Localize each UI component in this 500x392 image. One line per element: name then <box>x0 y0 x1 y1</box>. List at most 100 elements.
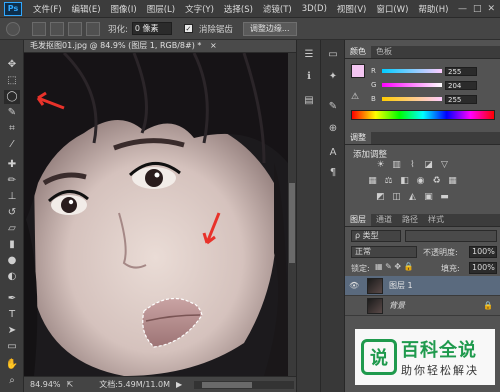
green-slider[interactable] <box>382 83 442 87</box>
close-button[interactable]: ✕ <box>487 4 495 14</box>
lasso-preset-icon[interactable] <box>6 21 20 36</box>
hand-tool-icon[interactable]: ✋ <box>4 358 20 372</box>
foreground-swatch[interactable] <box>351 64 365 78</box>
tab-color[interactable]: 颜色 <box>345 46 371 58</box>
menu-layer[interactable]: 图层(L) <box>142 3 180 15</box>
zoom-level[interactable]: 84.94% <box>30 380 61 389</box>
vertical-scrollbar[interactable] <box>288 53 296 376</box>
quick-select-tool-icon[interactable]: ✎ <box>4 106 20 120</box>
tool-presets-icon[interactable]: ✦ <box>326 70 340 84</box>
blue-value-input[interactable]: 255 <box>445 94 477 104</box>
layer-row[interactable]: 👁 图层 1 <box>345 276 500 296</box>
shape-tool-icon[interactable]: ▭ <box>4 340 20 354</box>
tab-channels[interactable]: 通道 <box>371 214 397 226</box>
layer-name[interactable]: 背景 <box>389 300 405 311</box>
menu-type[interactable]: 文字(Y) <box>180 3 219 15</box>
document-close-icon[interactable]: × <box>210 41 217 50</box>
actions-panel-icon[interactable]: ▭ <box>326 48 340 62</box>
black-white-icon[interactable]: ◧ <box>399 176 410 187</box>
hue-saturation-icon[interactable]: ▦ <box>367 176 378 187</box>
crop-tool-icon[interactable]: ⌗ <box>4 122 20 136</box>
eyedropper-tool-icon[interactable]: ⁄ <box>4 138 20 152</box>
gradient-map-icon[interactable]: ▬ <box>439 192 450 203</box>
document-info[interactable]: 文档:5.49M/11.0M <box>99 379 170 390</box>
visibility-eye-icon[interactable]: 👁 <box>349 281 359 290</box>
minimize-button[interactable]: — <box>458 4 467 14</box>
fill-input[interactable]: 100% <box>469 262 497 274</box>
red-slider[interactable] <box>382 69 442 73</box>
eraser-tool-icon[interactable]: ▱ <box>4 222 20 236</box>
clone-stamp-tool-icon[interactable]: ⊥ <box>4 190 20 204</box>
horizontal-scrollbar[interactable] <box>194 380 295 389</box>
canvas-area[interactable] <box>24 53 288 376</box>
info-panel-icon[interactable]: ℹ <box>302 70 316 84</box>
lasso-tool-icon[interactable]: ◯ <box>4 90 20 104</box>
posterize-icon[interactable]: ◫ <box>391 192 402 203</box>
layer-filter-select[interactable]: ρ 类型 <box>351 230 401 242</box>
menu-edit[interactable]: 编辑(E) <box>67 3 106 15</box>
menu-view[interactable]: 视图(V) <box>332 3 371 15</box>
brightness-contrast-icon[interactable]: ☀ <box>375 160 386 171</box>
antialias-checkbox[interactable]: ✓ <box>183 24 193 33</box>
pen-tool-icon[interactable]: ✒ <box>4 292 20 306</box>
menu-image[interactable]: 图像(I) <box>106 3 142 15</box>
feather-input[interactable]: 0 像素 <box>131 22 172 35</box>
paragraph-panel-icon[interactable]: ¶ <box>326 166 340 180</box>
healing-brush-tool-icon[interactable]: ✚ <box>4 158 20 172</box>
history-panel-icon[interactable]: ☰ <box>302 48 316 62</box>
layer-filter-icons[interactable] <box>405 230 497 242</box>
document-tab[interactable]: 毛发抠图01.jpg @ 84.9% (图层 1, RGB/8#) * × <box>24 40 296 53</box>
color-balance-icon[interactable]: ⚖ <box>383 176 394 187</box>
color-lookup-icon[interactable]: ▦ <box>447 176 458 187</box>
path-select-tool-icon[interactable]: ➤ <box>4 324 20 338</box>
intersect-selection-icon[interactable] <box>86 21 100 36</box>
invert-icon[interactable]: ◩ <box>375 192 386 203</box>
subtract-selection-icon[interactable] <box>68 21 82 36</box>
red-value-input[interactable]: 255 <box>445 66 477 76</box>
selective-color-icon[interactable]: ▣ <box>423 192 434 203</box>
menu-select[interactable]: 选择(S) <box>219 3 258 15</box>
scroll-thumb[interactable] <box>289 183 295 263</box>
gradient-tool-icon[interactable]: ▮ <box>4 238 20 252</box>
tab-styles[interactable]: 样式 <box>423 214 449 226</box>
tab-paths[interactable]: 路径 <box>397 214 423 226</box>
brush-panel-icon[interactable]: ▤ <box>302 94 316 108</box>
clone-source-icon[interactable]: ⊕ <box>326 122 340 136</box>
menu-filter[interactable]: 滤镜(T) <box>258 3 297 15</box>
menu-window[interactable]: 窗口(W) <box>371 3 413 15</box>
layer-row[interactable]: 背景 🔒 <box>345 296 500 316</box>
threshold-icon[interactable]: ◭ <box>407 192 418 203</box>
blur-tool-icon[interactable]: ● <box>4 254 20 268</box>
lock-icons[interactable]: ▦ ✎ ✥ 🔒 <box>375 262 414 271</box>
type-tool-icon[interactable]: T <box>4 308 20 322</box>
exposure-icon[interactable]: ◪ <box>423 160 434 171</box>
character-panel-icon[interactable]: A <box>326 146 340 160</box>
brush-presets-icon[interactable]: ✎ <box>326 100 340 114</box>
layer-name[interactable]: 图层 1 <box>389 280 413 291</box>
marquee-tool-icon[interactable]: ⬚ <box>4 74 20 88</box>
menu-help[interactable]: 帮助(H) <box>413 3 453 15</box>
curves-icon[interactable]: ⌇ <box>407 160 418 171</box>
opacity-input[interactable]: 100% <box>469 246 497 258</box>
dodge-tool-icon[interactable]: ◐ <box>4 270 20 284</box>
color-spectrum-bar[interactable] <box>351 110 495 120</box>
history-brush-tool-icon[interactable]: ↺ <box>4 206 20 220</box>
zoom-tool-icon[interactable]: ⌕ <box>4 374 20 388</box>
add-selection-icon[interactable] <box>50 21 64 36</box>
refine-edge-button[interactable]: 调整边缘... <box>242 21 297 36</box>
maximize-button[interactable]: □ <box>473 4 482 14</box>
menu-file[interactable]: 文件(F) <box>28 3 67 15</box>
tab-layers[interactable]: 图层 <box>345 214 371 226</box>
move-tool-icon[interactable]: ✥ <box>4 58 20 72</box>
menu-3d[interactable]: 3D(D) <box>297 4 332 14</box>
brush-tool-icon[interactable]: ✏ <box>4 174 20 188</box>
play-icon[interactable]: ▶ <box>176 380 182 389</box>
out-of-gamut-warning-icon[interactable]: ⚠ <box>351 92 359 102</box>
tab-adjustments[interactable]: 调整 <box>345 132 371 144</box>
blue-slider[interactable] <box>382 97 442 101</box>
blend-mode-select[interactable]: 正常 <box>351 246 417 258</box>
green-value-input[interactable]: 204 <box>445 80 477 90</box>
levels-icon[interactable]: ▥ <box>391 160 402 171</box>
channel-mixer-icon[interactable]: ♻ <box>431 176 442 187</box>
tab-swatches[interactable]: 色板 <box>371 46 397 58</box>
